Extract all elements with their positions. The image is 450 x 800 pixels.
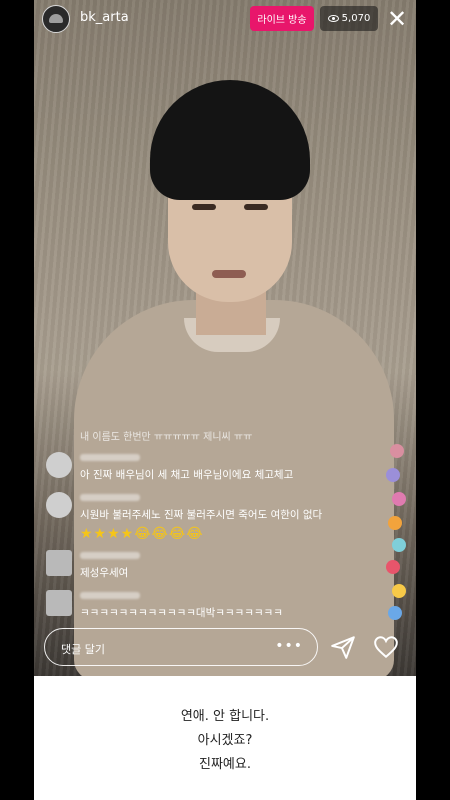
send-icon[interactable] — [330, 634, 356, 660]
comment-item: 시원바 불러주세노 진짜 불러주시면 죽어도 여한이 없다 ★★★★😂😂😂😂 — [46, 492, 322, 542]
comment-emoji: ★★★★😂😂😂😂 — [80, 526, 204, 542]
floating-heart — [392, 492, 406, 506]
floating-heart — [388, 516, 402, 530]
live-badge: 라이브 방송 — [250, 6, 314, 31]
beanie — [150, 80, 310, 200]
viewer-count: 5,070 — [341, 13, 371, 24]
comment-username-blurred — [80, 592, 140, 599]
right-eye — [244, 204, 268, 210]
streamer — [64, 70, 394, 676]
eye-icon — [327, 15, 339, 22]
comment-avatar — [46, 492, 72, 518]
mouth — [212, 270, 246, 278]
profile-avatar[interactable] — [42, 5, 70, 33]
comment-avatar — [46, 590, 72, 616]
caption-panel: 연애. 안 합니다. 아시겠죠? 진짜예요. — [34, 676, 416, 800]
floating-heart — [388, 606, 402, 620]
left-eye — [192, 204, 216, 210]
floating-heart — [390, 444, 404, 458]
heart-icon[interactable] — [373, 634, 399, 660]
comment-username-blurred — [80, 552, 140, 559]
floating-heart — [392, 584, 406, 598]
comment-avatar — [46, 452, 72, 478]
comment-text: ㅋㅋㅋㅋㅋㅋㅋㅋㅋㅋㅋㅋ대박ㅋㅋㅋㅋㅋㅋㅋ — [80, 607, 283, 619]
comment-avatar — [46, 550, 72, 576]
comment-item: ㅋㅋㅋㅋㅋㅋㅋㅋㅋㅋㅋㅋ대박ㅋㅋㅋㅋㅋㅋㅋ — [46, 590, 283, 620]
live-video: bk_arta 라이브 방송 5,070 ✕ 내 이름도 한번만 ㅠㅠㅠㅠㅠ 제… — [34, 0, 416, 676]
floating-hearts — [384, 440, 410, 640]
top-bar: bk_arta 라이브 방송 5,070 ✕ — [34, 0, 416, 38]
comment-text: 제성우세여 — [80, 567, 129, 579]
comment-text: 아 진짜 배우님이 세 채고 배우님이에요 체고체고 — [80, 469, 294, 481]
floating-heart — [392, 538, 406, 552]
viewer-count-badge: 5,070 — [320, 6, 378, 31]
comment-item: 제성우세여 — [46, 550, 140, 580]
comment-item: 아 진짜 배우님이 세 채고 배우님이에요 체고체고 — [46, 452, 293, 482]
caption-line: 아시겠죠? — [197, 732, 253, 748]
floating-heart — [386, 468, 400, 482]
live-stream-screen: bk_arta 라이브 방송 5,070 ✕ 내 이름도 한번만 ㅠㅠㅠㅠㅠ 제… — [34, 0, 416, 800]
caption-line: 연애. 안 합니다. — [180, 708, 270, 724]
comment-username-blurred — [80, 494, 140, 501]
caption-line: 진짜예요. — [199, 756, 251, 772]
comment-username-blurred — [80, 454, 140, 461]
username[interactable]: bk_arta — [80, 10, 129, 25]
comment-text: 시원바 불러주세노 진짜 불러주시면 죽어도 여한이 없다 — [80, 509, 323, 521]
join-notice: 내 이름도 한번만 ㅠㅠㅠㅠㅠ 제니씨 ㅠㅠ — [80, 432, 253, 443]
floating-heart — [386, 560, 400, 574]
comment-input[interactable]: 댓글 달기 ••• — [44, 628, 318, 666]
comment-placeholder: 댓글 달기 — [61, 643, 105, 656]
more-icon[interactable]: ••• — [275, 638, 303, 654]
close-icon[interactable]: ✕ — [384, 6, 410, 32]
